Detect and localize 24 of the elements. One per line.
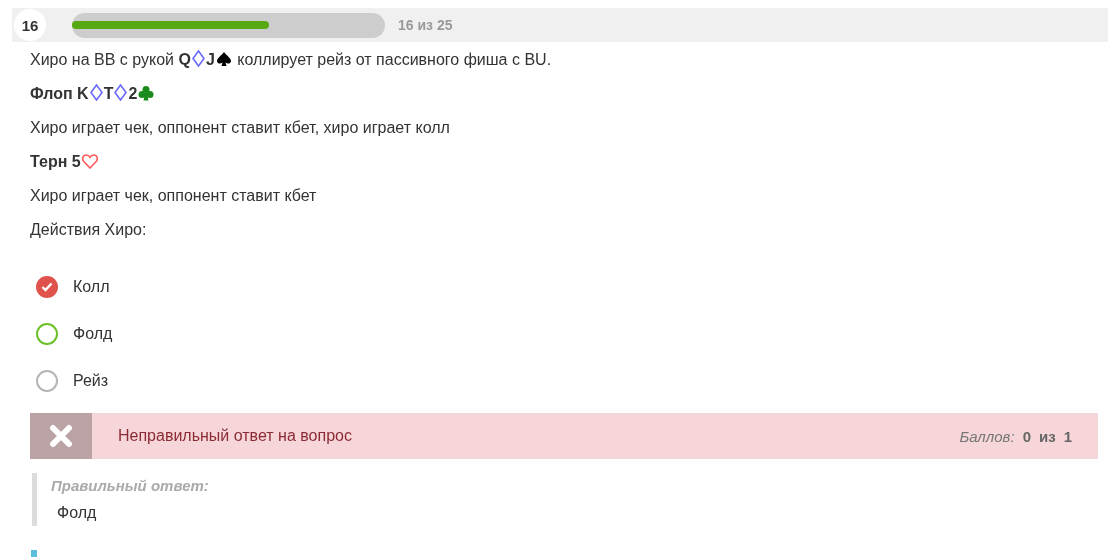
question-text: Хиро играет чек, оппонент ставит кбет, хиро играет колл <box>30 118 451 138</box>
score-max: 1 <box>1063 427 1072 445</box>
radio-button[interactable] <box>36 276 58 298</box>
street-heading: Терн 5 <box>30 152 1098 172</box>
close-icon <box>49 424 73 448</box>
checkmark-icon <box>41 282 53 292</box>
option-label: Фолд <box>73 325 113 343</box>
progress-counter: 16 из 25 <box>398 17 453 33</box>
score-value: 0 <box>1022 427 1031 445</box>
correct-answer-text: Фолд <box>57 504 98 522</box>
street-heading: Флоп K T 2 <box>30 84 1098 104</box>
correct-answer-label: Правильный ответ: <box>51 477 210 494</box>
radio-button[interactable] <box>36 370 58 392</box>
score-label: Баллов: <box>959 427 1015 445</box>
edge-marker <box>31 550 37 557</box>
option-label: Рейз <box>73 372 109 390</box>
question-text: Хиро играет чек, оппонент ставит кбет <box>30 186 318 206</box>
radio-button[interactable] <box>36 323 58 345</box>
question-text: Хиро на BB с рукой Q J коллирует рейз от пассивного фиша с BU. <box>30 50 553 70</box>
option-label: Колл <box>73 278 110 296</box>
question-number: 16 <box>14 9 46 41</box>
score-separator: из <box>1038 427 1056 445</box>
feedback-message: Неправильный ответ на вопрос <box>118 427 353 445</box>
question-text: Действия Хиро: <box>30 220 148 240</box>
